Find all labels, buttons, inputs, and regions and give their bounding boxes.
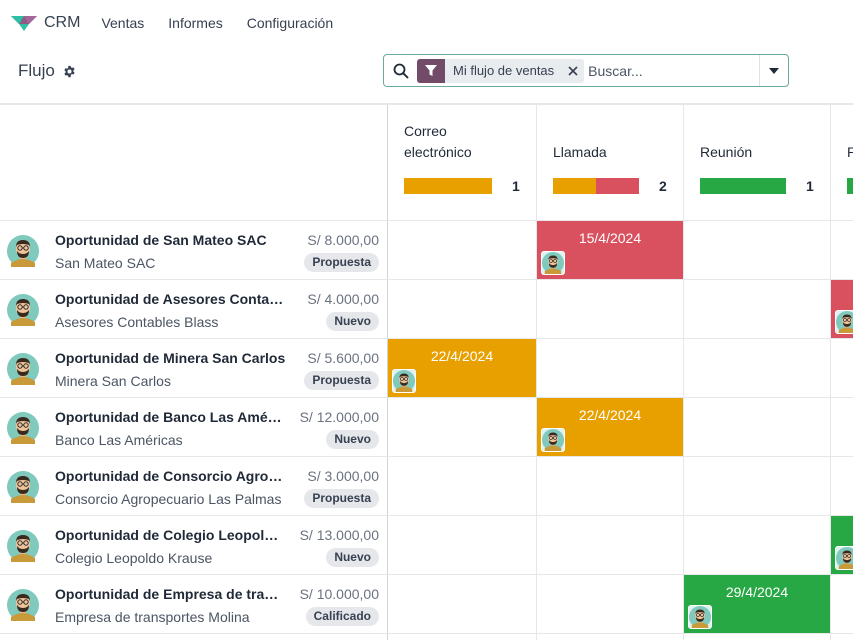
customer-name: Banco Las Américas [55, 432, 183, 448]
top-navbar: CRM Ventas Informes Configuración [0, 0, 853, 46]
stage-title: Llamada [553, 144, 607, 160]
app-name[interactable]: CRM [44, 14, 80, 32]
pipeline-row[interactable]: Oportunidad de Minera San Carlos Minera S… [0, 339, 388, 398]
pipeline-row[interactable]: Oportunidad de Asesores Contables Blass A… [0, 280, 388, 339]
stage-title: Reunión [700, 144, 753, 160]
expected-revenue: S/ 5.600,00 [307, 350, 379, 366]
stage-badge: Propuesta [304, 371, 379, 390]
assignee-avatar [688, 605, 712, 629]
progress-segment[interactable] [847, 178, 853, 194]
activity-cell[interactable]: 22/4/2024 [537, 398, 683, 456]
progress-segment[interactable] [553, 178, 596, 194]
opportunity-title[interactable]: Oportunidad de Consorcio Agropecuario La… [55, 468, 286, 484]
pipeline-row[interactable]: Oportunidad de Banco Las Américas Banco L… [0, 398, 388, 457]
stage-header-correo[interactable]: Correo electrónico 1 [388, 105, 536, 220]
avatar [7, 353, 39, 385]
activity-cell[interactable]: 15/4/2024 [537, 221, 683, 279]
opportunity-title[interactable]: Oportunidad de Minera San Carlos [55, 350, 286, 366]
pipeline-row[interactable]: Oportunidad de Empresa de transportes Mo… [0, 575, 388, 634]
customer-name: Empresa de transportes Molina [55, 609, 250, 625]
progress-segment[interactable] [404, 178, 492, 194]
search-input[interactable] [588, 62, 749, 79]
stage-count: 1 [512, 178, 520, 194]
avatar [7, 412, 39, 444]
gear-icon[interactable] [63, 65, 76, 78]
menu-configuracion[interactable]: Configuración [247, 15, 333, 31]
stage-count: 1 [806, 178, 814, 194]
assignee-avatar [835, 310, 853, 334]
stage-badge: Propuesta [304, 253, 379, 272]
stage-badge: Propuesta [304, 489, 379, 508]
opportunity-title[interactable]: Oportunidad de Asesores Contables Blass [55, 291, 286, 307]
assignee-avatar [392, 369, 416, 393]
stage-count: 2 [659, 178, 667, 194]
avatar [7, 589, 39, 621]
breadcrumb: Flujo [18, 61, 76, 81]
opportunity-title[interactable]: Oportunidad de Banco Las Américas [55, 409, 286, 425]
expected-revenue: S/ 3.000,00 [307, 468, 379, 484]
expected-revenue: S/ 4.000,00 [307, 291, 379, 307]
activity-grid: Correo electrónico 1 Llamada 2 Reunión 1… [0, 105, 853, 640]
avatar [7, 530, 39, 562]
avatar [7, 471, 39, 503]
stage-title: P [847, 144, 853, 160]
stage-progress-bar[interactable] [404, 178, 492, 194]
customer-name: Colegio Leopoldo Krause [55, 550, 213, 566]
customer-name: Minera San Carlos [55, 373, 171, 389]
assignee-avatar [541, 428, 565, 452]
pipeline-row[interactable]: Oportunidad de Colegio Leopoldo Krause Co… [0, 516, 388, 575]
search-bar: Mi flujo de ventas [383, 54, 789, 87]
stage-badge: Nuevo [326, 312, 379, 331]
stage-header-llamada[interactable]: Llamada 2 [537, 105, 683, 220]
activity-cell[interactable]: 22/4/2024 [388, 339, 536, 397]
stage-progress-bar[interactable] [553, 178, 639, 194]
caret-down-icon [769, 67, 779, 74]
stage-progress-bar[interactable] [847, 178, 853, 194]
menu-informes[interactable]: Informes [168, 15, 222, 31]
stage-title: Correo electrónico [404, 123, 472, 160]
search-icon [393, 63, 409, 78]
activity-cell[interactable] [831, 516, 853, 574]
avatar [7, 294, 39, 326]
progress-segment[interactable] [596, 178, 639, 194]
search-options-toggle[interactable] [759, 55, 788, 86]
opportunity-title[interactable]: Oportunidad de Empresa de transportes Mo… [55, 586, 286, 602]
assignee-avatar [541, 251, 565, 275]
activity-due-date: 29/4/2024 [725, 584, 789, 600]
close-icon[interactable] [562, 59, 584, 83]
activity-due-date: 22/4/2024 [578, 407, 642, 423]
expected-revenue: S/ 13.000,00 [299, 527, 379, 543]
progress-segment[interactable] [700, 178, 786, 194]
filter-facet: Mi flujo de ventas [417, 58, 585, 83]
assignee-avatar [835, 546, 853, 570]
opportunity-title[interactable]: Oportunidad de San Mateo SAC [55, 232, 286, 248]
stage-header-reunion[interactable]: Reunión 1 [684, 105, 830, 220]
menu-ventas[interactable]: Ventas [101, 15, 144, 31]
expected-revenue: S/ 12.000,00 [299, 409, 379, 425]
expected-revenue: S/ 10.000,00 [299, 586, 379, 602]
avatar [7, 235, 39, 267]
page-title: Flujo [18, 61, 55, 80]
stage-badge: Calificado [305, 607, 379, 626]
activity-cell[interactable] [831, 280, 853, 338]
stage-progress-bar[interactable] [700, 178, 786, 194]
customer-name: Asesores Contables Blass [55, 314, 219, 330]
activity-due-date: 22/4/2024 [430, 348, 494, 364]
expected-revenue: S/ 8.000,00 [307, 232, 379, 248]
stage-badge: Nuevo [326, 548, 379, 567]
customer-name: San Mateo SAC [55, 255, 156, 271]
stage-header-partial[interactable]: P [831, 105, 853, 220]
filter-icon [417, 58, 445, 83]
customer-name: Consorcio Agropecuario Las Palmas [55, 491, 282, 507]
control-panel: Flujo Mi flujo de ventas [0, 46, 853, 104]
pipeline-row[interactable]: Oportunidad de Consorcio Agropecuario La… [0, 457, 388, 516]
filter-facet-label: Mi flujo de ventas [453, 63, 555, 78]
crm-logo-icon[interactable] [10, 13, 38, 33]
pipeline-row[interactable]: Oportunidad de San Mateo SAC San Mateo SA… [0, 221, 388, 280]
activity-due-date: 15/4/2024 [578, 230, 642, 246]
activity-cell[interactable]: 29/4/2024 [684, 575, 830, 633]
opportunity-title[interactable]: Oportunidad de Colegio Leopoldo Krause [55, 527, 286, 543]
stage-badge: Nuevo [326, 430, 379, 449]
